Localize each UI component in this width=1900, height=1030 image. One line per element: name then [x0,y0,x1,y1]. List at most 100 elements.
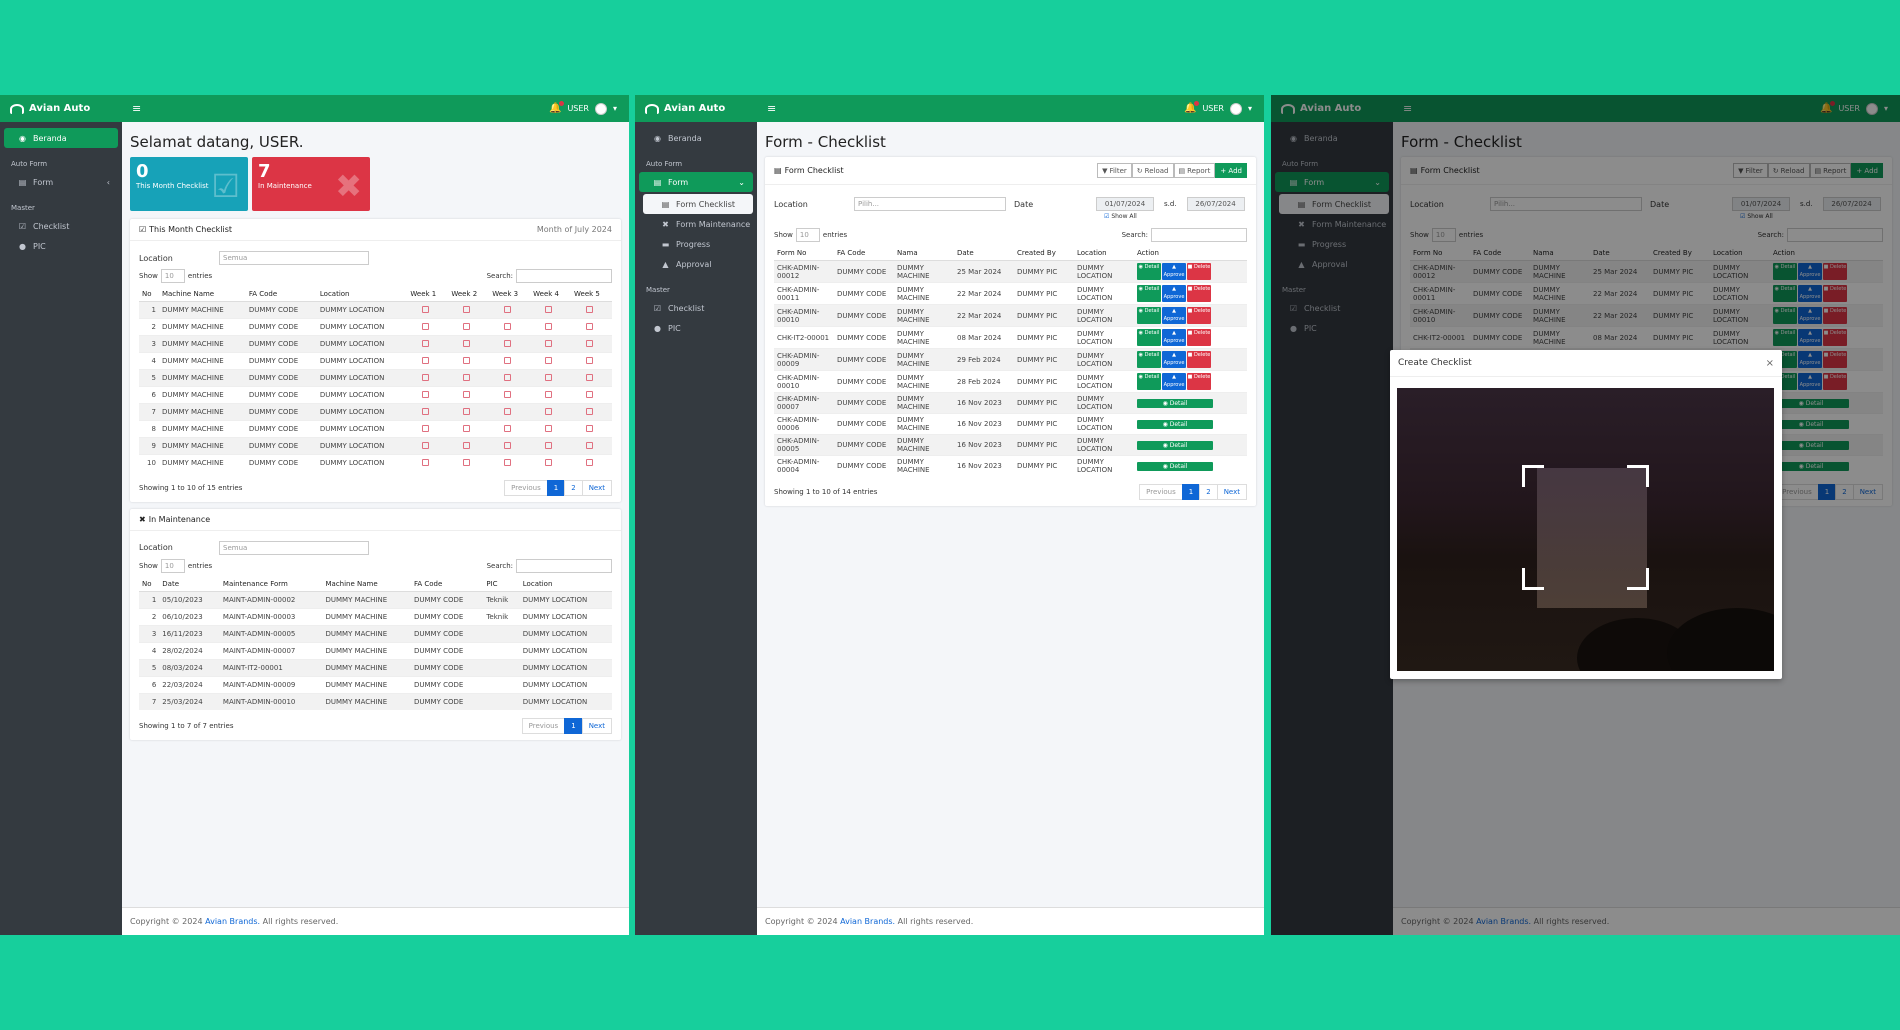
detail-button[interactable]: ◉ Detail [1137,398,1213,408]
page-button[interactable]: Previous [521,718,566,734]
delete-button[interactable]: ■ Delete [1187,285,1211,302]
week-checkbox[interactable] [422,339,430,347]
week-checkbox[interactable] [545,407,553,415]
approve-button[interactable]: ▲ Approve [1162,351,1186,368]
reload-button[interactable]: ↻ Reload [1131,163,1174,178]
approve-button[interactable]: ▲ Approve [1162,285,1186,302]
column-header[interactable]: Form No [774,246,834,261]
column-header[interactable]: Location [316,287,408,302]
sidebar-item-form-maintenance[interactable]: ✖ Form Maintenance [639,214,753,234]
search-input[interactable] [516,269,612,283]
week-checkbox[interactable] [504,339,512,347]
footer-link[interactable]: Avian Brands. [205,917,260,926]
detail-button[interactable]: ◉ Detail [1137,285,1161,302]
week-checkbox[interactable] [504,305,512,313]
page-button[interactable]: 1 [1181,484,1201,500]
column-header[interactable]: No [139,287,159,302]
column-header[interactable]: Location [519,576,612,592]
column-header[interactable]: Machine Name [158,287,246,302]
week-checkbox[interactable] [504,407,512,415]
sidebar-item-pic[interactable]: ● PIC [639,318,753,338]
page-button[interactable]: Previous [1139,484,1183,500]
location-select[interactable]: Pilih... [854,197,1006,211]
sidebar-item-form[interactable]: ▤ Form ‹ [4,172,118,192]
column-header[interactable]: FA Code [245,287,317,302]
week-checkbox[interactable] [463,390,471,398]
week-checkbox[interactable] [586,390,594,398]
menu-toggle-icon[interactable]: ≡ [767,102,776,115]
week-checkbox[interactable] [463,424,471,432]
week-checkbox[interactable] [545,373,553,381]
week-checkbox[interactable] [422,356,430,364]
sidebar-item-beranda[interactable]: ◉ Beranda [639,128,753,148]
week-checkbox[interactable] [504,373,512,381]
show-all-checkbox[interactable]: ☑ [1104,213,1109,220]
week-checkbox[interactable] [504,322,512,330]
sidebar-item-form-checklist[interactable]: ▤ Form Checklist [643,194,753,214]
week-checkbox[interactable] [586,305,594,313]
column-header[interactable]: Action [1134,246,1247,261]
week-checkbox[interactable] [586,458,594,466]
week-checkbox[interactable] [504,356,512,364]
week-checkbox[interactable] [422,390,430,398]
week-checkbox[interactable] [422,322,430,330]
approve-button[interactable]: ▲ Approve [1162,329,1186,346]
week-checkbox[interactable] [586,339,594,347]
delete-button[interactable]: ■ Delete [1187,307,1211,324]
entries-select[interactable]: 10 [160,558,185,573]
week-checkbox[interactable] [422,305,430,313]
week-checkbox[interactable] [504,441,512,449]
sidebar-item-form[interactable]: ▤ Form ⌄ [639,172,753,192]
page-button[interactable]: 2 [1199,484,1218,500]
notification-bell-icon[interactable]: 🔔 [1184,101,1200,114]
footer-link[interactable]: Avian Brands. [840,917,895,926]
delete-button[interactable]: ■ Delete [1187,373,1211,390]
column-header[interactable]: Nama [894,246,954,261]
column-header[interactable]: Machine Name [322,576,411,592]
sidebar-item-beranda[interactable]: ◉ Beranda [4,128,118,148]
entries-select[interactable]: 10 [795,228,820,242]
column-header[interactable]: Date [159,576,220,592]
page-button[interactable]: Previous [504,479,548,496]
week-checkbox[interactable] [586,407,594,415]
column-header[interactable]: FA Code [410,576,484,592]
column-header[interactable]: Week 4 [530,287,572,302]
sidebar-item-checklist[interactable]: ☑ Checklist [4,216,118,236]
delete-button[interactable]: ■ Delete [1187,263,1211,280]
detail-button[interactable]: ◉ Detail [1137,307,1161,324]
filter-button[interactable]: ▼ Filter [1097,163,1132,178]
user-name[interactable]: USER [1202,104,1224,113]
column-header[interactable]: Week 5 [571,287,612,302]
user-avatar-icon[interactable] [1229,102,1242,115]
page-button[interactable]: Next [1216,484,1247,500]
week-checkbox[interactable] [545,356,553,364]
date-to-input[interactable]: 26/07/2024 [1186,197,1245,211]
entries-select[interactable]: 10 [160,269,185,283]
week-checkbox[interactable] [586,322,594,330]
column-header[interactable]: FA Code [834,246,894,261]
column-header[interactable]: PIC [483,576,520,592]
column-header[interactable]: Week 1 [407,287,449,302]
week-checkbox[interactable] [545,339,553,347]
caret-down-icon[interactable]: ▾ [613,104,617,113]
week-checkbox[interactable] [463,441,471,449]
week-checkbox[interactable] [463,407,471,415]
column-header[interactable]: Maintenance Form [219,576,323,592]
user-avatar-icon[interactable] [594,102,607,115]
detail-button[interactable]: ◉ Detail [1137,461,1213,471]
week-checkbox[interactable] [586,441,594,449]
close-icon[interactable]: × [1766,358,1774,369]
week-checkbox[interactable] [463,305,471,313]
column-header[interactable]: Date [954,246,1014,261]
add-button[interactable]: + Add [1215,163,1247,178]
page-button[interactable]: 2 [564,479,583,496]
brand[interactable]: Avian Auto [635,103,757,114]
sidebar-item-approval[interactable]: ▲ Approval [639,254,753,274]
date-from-input[interactable]: 01/07/2024 [1096,197,1154,211]
sidebar-item-progress[interactable]: ▬ Progress [639,234,753,254]
location-select[interactable]: Semua [219,251,369,265]
column-header[interactable]: Week 2 [448,287,490,302]
week-checkbox[interactable] [545,305,553,313]
column-header[interactable]: No [139,576,160,592]
page-button[interactable]: 1 [564,718,583,734]
